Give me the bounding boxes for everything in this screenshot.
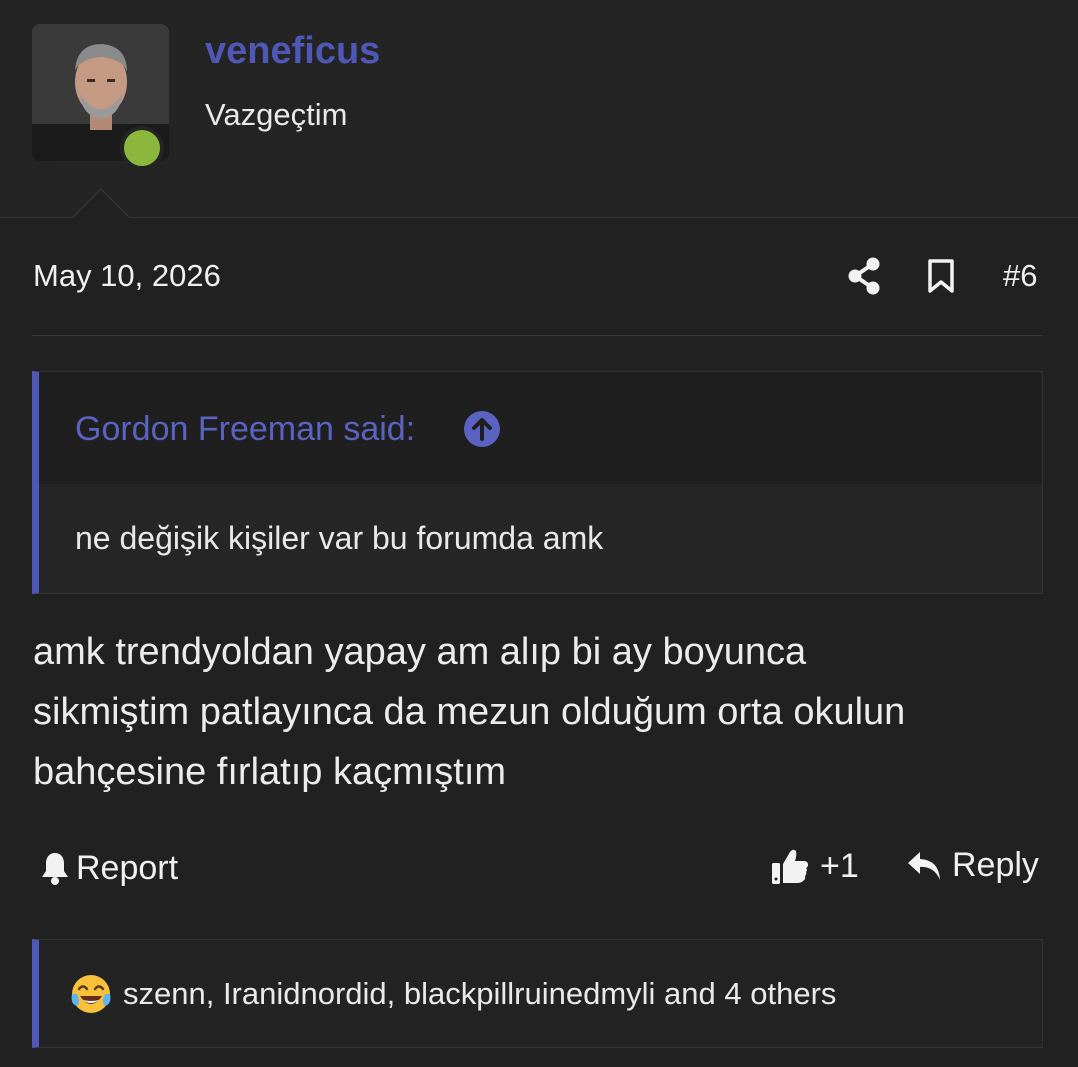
thumbs-up-icon [772,849,808,884]
reactions-bar[interactable]: szenn, Iranidnordid, blackpillruinedmyli… [32,939,1043,1048]
bell-icon [42,853,68,885]
report-button[interactable]: Report [40,848,178,888]
quote-header: Gordon Freeman said: [39,372,1042,485]
reactions-users[interactable]: szenn, Iranidnordid, blackpillruinedmyli… [123,976,836,1012]
divider [32,335,1043,336]
bookmark-icon[interactable] [926,258,956,294]
message-arrow-inner [73,190,129,218]
like-count: +1 [820,846,859,885]
share-icon[interactable] [846,256,882,296]
quote-block: Gordon Freeman said: ne değişik kişiler … [32,371,1043,594]
user-title: Vazgeçtim [205,97,348,132]
reply-button[interactable]: Reply [906,846,1039,885]
username-link[interactable]: veneficus [205,30,380,73]
arrow-up-circle-icon[interactable] [463,410,501,448]
post-body: amk trendyoldan yapay am alıp bi ay boyu… [33,622,1043,802]
reply-arrow-icon [908,851,940,880]
post-body-line: bahçesine fırlatıp kaçmıştım [33,751,507,793]
like-button[interactable]: +1 [770,846,859,886]
reply-label: Reply [952,846,1039,884]
post-header: veneficus Vazgeçtim [0,0,1078,218]
report-label: Report [76,848,179,887]
post-date-link[interactable]: May 10, 2026 [33,258,221,294]
online-status-icon [120,126,164,170]
post-body-line: sikmiştim patlayınca da mezun olduğum or… [33,691,906,733]
joy-tears-icon [71,974,111,1013]
quote-body: ne değişik kişiler var bu forumda amk [75,520,604,556]
quote-author-link[interactable]: Gordon Freeman said: [75,410,415,449]
post-number-link[interactable]: #6 [1003,258,1037,294]
post-body-line: amk trendyoldan yapay am alıp bi ay boyu… [33,631,807,673]
